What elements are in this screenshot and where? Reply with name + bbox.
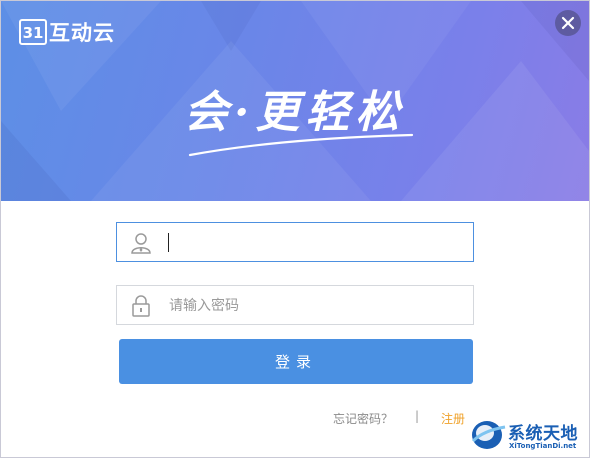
close-icon (561, 16, 575, 30)
banner: 31 互动云 会·更轻松 (1, 1, 589, 201)
link-separator: | (415, 409, 420, 423)
text-cursor (168, 233, 169, 252)
app-logo: 31 互动云 (19, 17, 115, 47)
register-link[interactable]: 注册 (441, 410, 465, 427)
password-input[interactable] (167, 292, 461, 320)
lock-icon (132, 295, 150, 317)
login-button[interactable]: 登录 (119, 339, 473, 384)
user-icon (131, 233, 151, 254)
password-field[interactable] (116, 285, 474, 325)
close-button[interactable] (555, 10, 581, 36)
watermark-url: XiTongTianDi.net (509, 442, 577, 450)
forgot-password-link[interactable]: 忘记密码？ (333, 410, 393, 427)
logo-mark-text: 31 (23, 24, 44, 42)
slogan-text: 会·更轻松 (184, 87, 405, 138)
username-field[interactable] (116, 222, 474, 262)
login-window: 31 互动云 会·更轻松 登录 忘记密码？ | 注册 系统天地 XiTongTi… (0, 0, 590, 458)
username-input[interactable] (167, 229, 461, 257)
slogan-graphic: 会·更轻松 (184, 87, 414, 157)
logo-text: 互动云 (49, 21, 115, 45)
watermark-title: 系统天地 (508, 424, 578, 444)
logo-mark-icon: 31 (19, 19, 47, 45)
